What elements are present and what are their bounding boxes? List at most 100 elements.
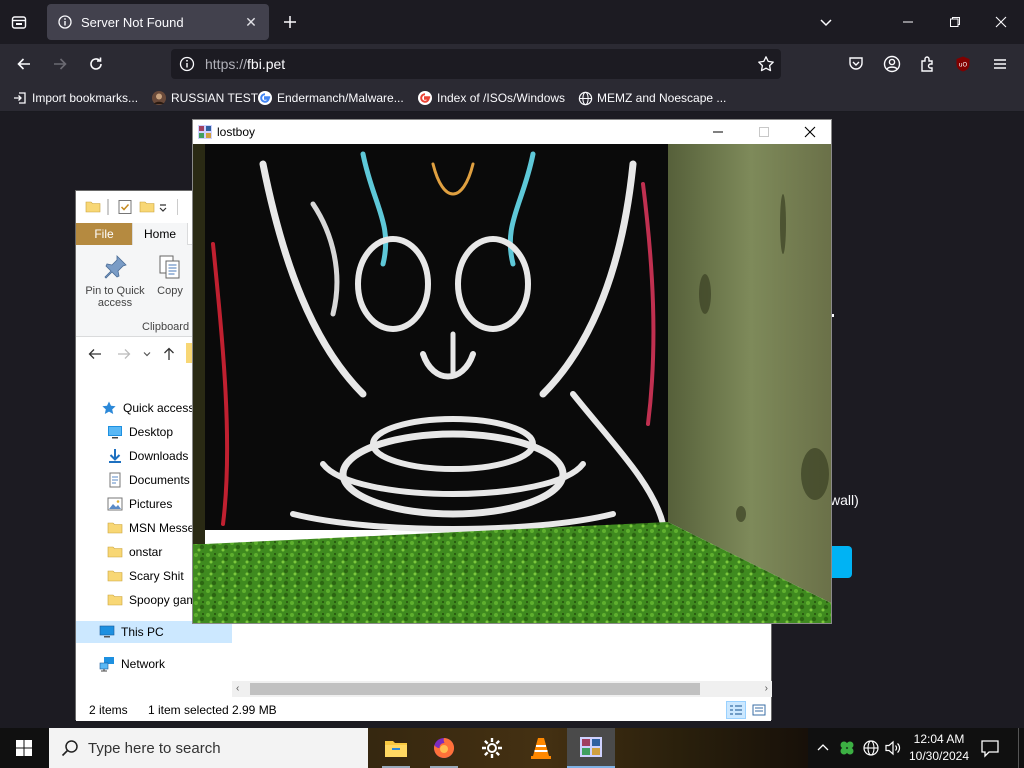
pocket-icon[interactable] (846, 54, 866, 74)
tab-home[interactable]: Home (132, 223, 188, 245)
bookmark-import[interactable]: Import bookmarks... (12, 90, 138, 106)
pictures-icon (107, 496, 123, 512)
minimize-icon[interactable] (695, 120, 741, 144)
reload-icon[interactable] (86, 54, 106, 74)
bookmark-memz[interactable]: MEMZ and Noescape ... (577, 90, 726, 106)
nav-documents[interactable]: Documents (107, 469, 190, 491)
game-viewport[interactable] (193, 144, 832, 624)
tab-title: Server Not Found (81, 14, 184, 30)
tab-server-not-found[interactable]: Server Not Found ✕ (47, 4, 269, 40)
clover-tray-icon[interactable] (837, 738, 857, 758)
info-icon (57, 14, 73, 30)
app-icon (197, 124, 213, 140)
url-bar[interactable]: https://fbi.pet (171, 49, 781, 79)
bookmark-russian-test[interactable]: RUSSIAN TEST (151, 90, 258, 106)
volume-icon[interactable] (883, 738, 903, 758)
windows-taskbar: Type here to search 12:04 AM 10/30/2024 (0, 728, 1024, 768)
close-window-icon[interactable] (787, 120, 831, 144)
desktop-icon (107, 424, 123, 440)
properties-icon[interactable] (117, 199, 133, 215)
network-globe-icon[interactable] (861, 738, 881, 758)
nav-onstar[interactable]: onstar (107, 541, 162, 563)
taskbar-search[interactable]: Type here to search (49, 728, 368, 768)
recent-locations-icon[interactable] (142, 347, 152, 361)
copy-button[interactable]: Copy (154, 253, 186, 297)
forward-arrow-icon[interactable] (117, 347, 131, 361)
scrollbar-thumb[interactable] (250, 683, 700, 695)
minimize-icon[interactable] (898, 12, 918, 32)
menu-hamburger-icon[interactable] (990, 54, 1010, 74)
nav-this-pc[interactable]: This PC (76, 621, 232, 643)
back-arrow-icon[interactable] (88, 347, 102, 361)
clipboard-group-label: Clipboard (142, 321, 190, 333)
lostboy-taskbar-icon[interactable] (567, 728, 615, 768)
tab-file[interactable]: File (76, 223, 132, 245)
forward-arrow-icon[interactable] (50, 54, 70, 74)
up-arrow-icon[interactable] (162, 347, 176, 361)
firefox-view-icon[interactable] (8, 12, 30, 32)
settings-gear-icon[interactable] (468, 728, 516, 768)
svg-text:uO: uO (959, 62, 968, 69)
horizontal-scrollbar[interactable]: ‹ › (232, 681, 772, 697)
chevron-down-icon[interactable] (816, 12, 836, 32)
close-window-icon[interactable] (991, 12, 1011, 32)
bookmark-star-icon[interactable] (757, 55, 775, 73)
import-icon (12, 90, 28, 106)
restore-icon[interactable] (945, 12, 965, 32)
account-icon[interactable] (882, 54, 902, 74)
chevron-up-icon[interactable] (813, 738, 833, 758)
firefox-taskbar-icon[interactable] (420, 728, 468, 768)
vlc-taskbar-icon[interactable] (517, 728, 565, 768)
folder-icon (107, 544, 123, 560)
bookmarks-toolbar: Import bookmarks... RUSSIAN TEST Enderma… (0, 84, 1024, 112)
nav-downloads[interactable]: Downloads (107, 445, 188, 467)
pin-to-quick-access-button[interactable]: Pin to Quick access (82, 253, 148, 309)
nav-spoopy-games[interactable]: Spoopy gam (107, 589, 196, 611)
back-arrow-icon[interactable] (14, 54, 34, 74)
extensions-icon[interactable] (918, 54, 938, 74)
scroll-left-icon[interactable]: ‹ (236, 683, 239, 694)
customize-qat-icon[interactable] (158, 199, 168, 215)
details-view-icon[interactable] (726, 701, 746, 719)
taskbar-clock[interactable]: 12:04 AM 10/30/2024 (906, 731, 972, 765)
file-explorer-taskbar-icon[interactable] (372, 728, 420, 768)
folder-icon (107, 592, 123, 608)
browser-tab-strip: Server Not Found ✕ (0, 0, 1024, 44)
nav-network[interactable]: Network (99, 653, 165, 675)
windows-start-icon[interactable] (0, 728, 48, 768)
clock-time: 12:04 AM (913, 732, 965, 746)
site-info-icon[interactable] (179, 56, 195, 72)
google-icon (257, 90, 273, 106)
lostboy-window: lostboy (192, 119, 832, 624)
nav-desktop[interactable]: Desktop (107, 421, 173, 443)
nav-msn-messenger[interactable]: MSN Messe (107, 517, 194, 539)
lostboy-titlebar[interactable]: lostboy (193, 120, 831, 144)
copy-icon (156, 253, 184, 281)
item-count: 2 items (89, 703, 128, 717)
left-wall (193, 144, 205, 544)
nav-pictures[interactable]: Pictures (107, 493, 172, 515)
nav-quick-access[interactable]: Quick access (101, 397, 194, 419)
bookmark-endermanch[interactable]: Endermanch/Malware... (257, 90, 404, 106)
ublock-origin-icon[interactable]: uO (953, 54, 973, 74)
try-again-button[interactable] (830, 546, 852, 578)
search-placeholder: Type here to search (88, 740, 221, 757)
search-icon (61, 739, 79, 757)
toolbar-divider (177, 199, 178, 215)
large-icons-view-icon[interactable] (749, 701, 769, 719)
nav-scary-shit[interactable]: Scary Shit (107, 565, 184, 587)
new-folder-icon[interactable] (139, 199, 155, 215)
computer-icon (99, 624, 115, 640)
scroll-right-icon[interactable]: › (765, 683, 768, 694)
new-tab-icon[interactable] (280, 12, 300, 32)
toolbar-divider (107, 199, 109, 215)
notifications-icon[interactable] (980, 738, 1002, 758)
bookmark-index-of-isos[interactable]: Index of /ISOs/Windows (417, 90, 565, 106)
google-icon (417, 90, 433, 106)
documents-icon (107, 472, 123, 488)
show-desktop-button[interactable] (1018, 728, 1024, 768)
star-icon (101, 400, 117, 416)
close-tab-icon[interactable]: ✕ (243, 14, 259, 30)
selection-size: 2.99 MB (232, 703, 277, 717)
maximize-icon[interactable] (741, 120, 787, 144)
